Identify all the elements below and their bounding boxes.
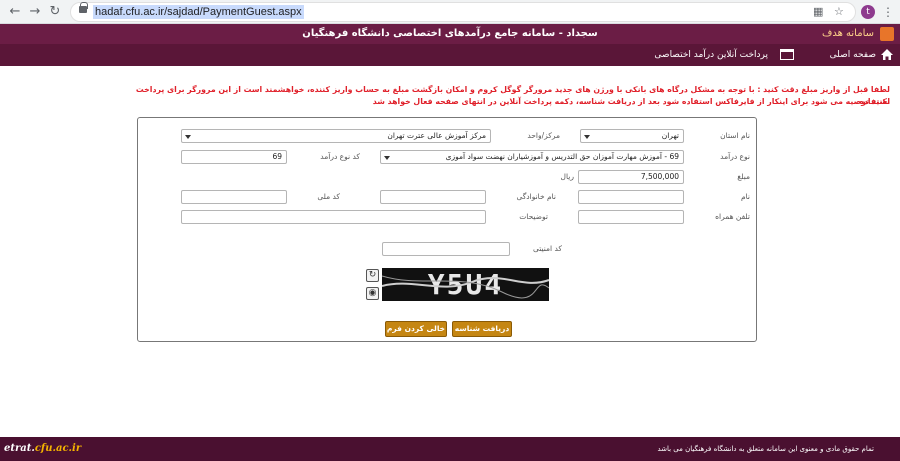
back-arrow-icon[interactable]: ← bbox=[6, 3, 24, 21]
amount-field[interactable]: 7,500,000 bbox=[578, 170, 684, 184]
reload-icon[interactable]: ↻ bbox=[46, 3, 64, 21]
window-icon bbox=[780, 49, 794, 60]
last-name-input[interactable] bbox=[380, 190, 486, 204]
captcha-image: Y5U4 bbox=[382, 268, 549, 301]
province-select[interactable]: تهران bbox=[580, 129, 684, 143]
get-id-button[interactable]: دریافت شناسه bbox=[452, 321, 512, 337]
browser-menu-icon[interactable]: ⋮ bbox=[882, 3, 894, 21]
clear-form-button[interactable]: خالی کردن فرم bbox=[385, 321, 447, 337]
browser-toolbar: ← → ↻ hadaf.cfu.ac.ir/sajdad/PaymentGues… bbox=[0, 0, 900, 24]
national-code-input[interactable] bbox=[181, 190, 287, 204]
first-name-label: نام bbox=[740, 192, 750, 201]
description-label: توضیحات bbox=[519, 212, 548, 221]
national-code-label: کد ملی bbox=[317, 192, 340, 201]
mobile-input[interactable] bbox=[578, 210, 684, 224]
bookmark-star-icon[interactable]: ☆ bbox=[834, 4, 844, 20]
profile-avatar[interactable]: t bbox=[861, 5, 875, 19]
refresh-captcha-icon[interactable]: ↻ bbox=[366, 269, 379, 282]
income-type-value: 69 - آموزش مهارت آموزان حق التدریس و آمو… bbox=[445, 152, 679, 161]
nav-home-link[interactable]: صفحه اصلی bbox=[830, 48, 876, 62]
income-type-label: نوع درآمد bbox=[720, 152, 750, 161]
page-title: سجداد - سامانه جامع درآمدهای اختصاصی دان… bbox=[302, 28, 598, 39]
forward-arrow-icon[interactable]: → bbox=[26, 3, 44, 21]
footer-brand-accent: cfu.ac.ir bbox=[34, 443, 82, 454]
audio-captcha-icon[interactable]: ◉ bbox=[366, 287, 379, 300]
income-code-field[interactable]: 69 bbox=[181, 150, 287, 164]
province-value: تهران bbox=[661, 131, 679, 140]
mobile-label: تلفن همراه bbox=[715, 212, 750, 221]
footer-copyright: تمام حقوق مادی و معنوی این سامانه متعلق … bbox=[657, 445, 874, 453]
province-label: نام استان bbox=[720, 131, 750, 140]
address-bar[interactable]: hadaf.cfu.ac.ir/sajdad/PaymentGuest.aspx… bbox=[70, 2, 856, 22]
amount-label: مبلغ bbox=[737, 172, 750, 181]
description-input[interactable] bbox=[181, 210, 486, 224]
site-footer: etrat.cfu.ac.ir تمام حقوق مادی و معنوی ا… bbox=[0, 437, 900, 461]
amount-unit: ریال bbox=[560, 172, 574, 181]
center-value: مرکز آموزش عالی عترت تهران bbox=[387, 131, 486, 140]
main-nav: صفحه اصلی پرداخت آنلاین درآمد اختصاصی bbox=[0, 44, 900, 66]
captcha-noise bbox=[382, 275, 549, 299]
home-icon[interactable] bbox=[880, 48, 894, 61]
chevron-down-icon bbox=[384, 156, 390, 160]
warning-line-2: نکنید توصیه می شود برای اینکار از فایرفا… bbox=[372, 97, 890, 106]
chevron-down-icon bbox=[584, 135, 590, 139]
footer-brand-main: etrat. bbox=[4, 443, 35, 454]
last-name-label: نام خانوادگی bbox=[516, 192, 556, 201]
first-name-input[interactable] bbox=[578, 190, 684, 204]
income-code-label: کد نوع درآمد bbox=[320, 152, 360, 161]
url-text[interactable]: hadaf.cfu.ac.ir/sajdad/PaymentGuest.aspx bbox=[93, 5, 304, 19]
site-header: سامانه هدف سجداد - سامانه جامع درآمدهای … bbox=[0, 24, 900, 44]
income-type-select[interactable]: 69 - آموزش مهارت آموزان حق التدریس و آمو… bbox=[380, 150, 684, 164]
lock-icon bbox=[79, 2, 88, 13]
center-label: مرکز/واحد bbox=[527, 131, 560, 140]
security-code-label: کد امنیتی bbox=[532, 244, 562, 253]
footer-brand-link[interactable]: etrat.cfu.ac.ir bbox=[4, 442, 81, 456]
chevron-down-icon bbox=[185, 135, 191, 139]
qr-code-icon[interactable]: ▦ bbox=[813, 4, 823, 20]
center-select[interactable]: مرکز آموزش عالی عترت تهران bbox=[181, 129, 491, 143]
security-code-input[interactable] bbox=[382, 242, 510, 256]
nav-online-payment-link[interactable]: پرداخت آنلاین درآمد اختصاصی bbox=[654, 48, 768, 62]
